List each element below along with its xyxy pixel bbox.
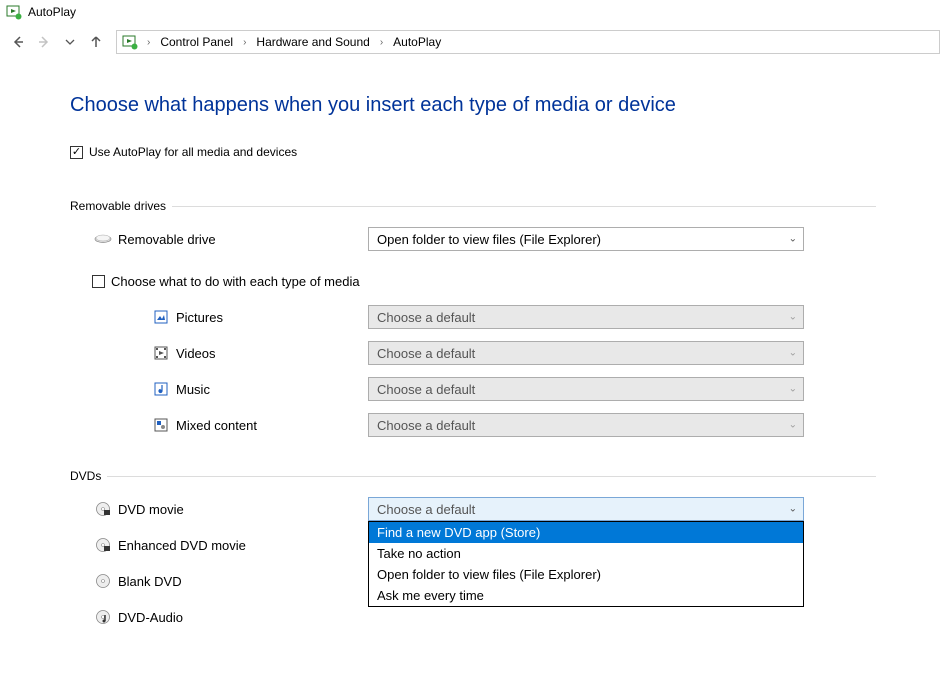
removable-drive-label: Removable drive — [118, 232, 368, 247]
chevron-down-icon: ⌄ — [789, 504, 797, 515]
chevron-down-icon: ⌄ — [789, 420, 797, 431]
dvd-movie-value: Choose a default — [377, 502, 475, 517]
section-removable-drives: Removable drives Removable drive Open fo… — [70, 199, 876, 437]
enhanced-dvd-icon — [92, 536, 114, 554]
videos-icon — [150, 344, 172, 362]
section-header-removable: Removable drives — [70, 199, 876, 213]
nav-row: › Control Panel › Hardware and Sound › A… — [0, 24, 946, 64]
dvd-option-ask-me[interactable]: Ask me every time — [369, 585, 803, 606]
nav-history-dropdown-button[interactable] — [58, 30, 82, 54]
row-dvd-movie: DVD movie Choose a default ⌄ Find a new … — [70, 497, 876, 521]
row-mixed: Mixed content Choose a default ⌄ — [70, 413, 876, 437]
section-title-removable: Removable drives — [70, 199, 166, 213]
page-heading: Choose what happens when you insert each… — [70, 94, 876, 117]
master-checkbox-row: ✓ Use AutoPlay for all media and devices — [70, 145, 876, 159]
removable-drive-value: Open folder to view files (File Explorer… — [377, 232, 601, 247]
breadcrumb-hardware-sound[interactable]: Hardware and Sound — [254, 35, 371, 49]
music-dropdown[interactable]: Choose a default ⌄ — [368, 377, 804, 401]
removable-drive-icon — [92, 230, 114, 248]
section-dvds: DVDs DVD movie Choose a default ⌄ Find a… — [70, 469, 876, 629]
nav-forward-button[interactable] — [32, 30, 56, 54]
use-autoplay-all-label: Use AutoPlay for all media and devices — [89, 145, 297, 159]
pictures-dropdown[interactable]: Choose a default ⌄ — [368, 305, 804, 329]
chevron-down-icon: ⌄ — [789, 234, 797, 245]
section-divider — [107, 476, 876, 477]
removable-drive-dropdown[interactable]: Open folder to view files (File Explorer… — [368, 227, 804, 251]
title-bar: AutoPlay — [0, 0, 946, 24]
videos-label: Videos — [176, 346, 368, 361]
dvd-option-open-folder[interactable]: Open folder to view files (File Explorer… — [369, 564, 803, 585]
videos-dropdown[interactable]: Choose a default ⌄ — [368, 341, 804, 365]
nav-back-button[interactable] — [6, 30, 30, 54]
breadcrumb-control-panel[interactable]: Control Panel — [158, 35, 235, 49]
breadcrumb-autoplay[interactable]: AutoPlay — [391, 35, 443, 49]
enhanced-dvd-label: Enhanced DVD movie — [118, 538, 368, 553]
blank-dvd-icon — [92, 572, 114, 590]
videos-value: Choose a default — [377, 346, 475, 361]
mixed-content-icon — [150, 416, 172, 434]
chevron-right-icon[interactable]: › — [143, 37, 154, 48]
dvd-movie-label: DVD movie — [118, 502, 368, 517]
mixed-content-label: Mixed content — [176, 418, 368, 433]
autoplay-app-icon — [6, 4, 22, 20]
row-dvd-audio: DVD-Audio — [70, 605, 876, 629]
mixed-content-dropdown[interactable]: Choose a default ⌄ — [368, 413, 804, 437]
pictures-label: Pictures — [176, 310, 368, 325]
content-area: Choose what happens when you insert each… — [0, 64, 946, 691]
dvd-audio-icon — [92, 608, 114, 626]
use-autoplay-all-checkbox[interactable]: ✓ — [70, 146, 83, 159]
row-pictures: Pictures Choose a default ⌄ — [70, 305, 876, 329]
address-bar[interactable]: › Control Panel › Hardware and Sound › A… — [116, 30, 940, 54]
row-music: Music Choose a default ⌄ — [70, 377, 876, 401]
row-each-type: Choose what to do with each type of medi… — [70, 269, 876, 293]
section-title-dvds: DVDs — [70, 469, 101, 483]
row-removable-drive: Removable drive Open folder to view file… — [70, 227, 876, 251]
nav-up-button[interactable] — [84, 30, 108, 54]
chevron-down-icon: ⌄ — [789, 384, 797, 395]
autoplay-location-icon — [121, 33, 139, 51]
each-type-checkbox[interactable] — [92, 275, 105, 288]
dvd-movie-icon — [92, 500, 114, 518]
music-label: Music — [176, 382, 368, 397]
music-value: Choose a default — [377, 382, 475, 397]
dvd-movie-dropdown[interactable]: Choose a default ⌄ Find a new DVD app (S… — [368, 497, 804, 521]
mixed-content-value: Choose a default — [377, 418, 475, 433]
chevron-right-icon[interactable]: › — [239, 37, 250, 48]
dvd-movie-dropdown-list: Find a new DVD app (Store) Take no actio… — [368, 521, 804, 607]
pictures-icon — [150, 308, 172, 326]
row-videos: Videos Choose a default ⌄ — [70, 341, 876, 365]
blank-dvd-label: Blank DVD — [118, 574, 368, 589]
each-type-label: Choose what to do with each type of medi… — [111, 274, 360, 289]
section-divider — [172, 206, 876, 207]
pictures-value: Choose a default — [377, 310, 475, 325]
dvd-option-take-no-action[interactable]: Take no action — [369, 543, 803, 564]
chevron-down-icon: ⌄ — [789, 312, 797, 323]
chevron-right-icon[interactable]: › — [376, 37, 387, 48]
chevron-down-icon: ⌄ — [789, 348, 797, 359]
music-icon — [150, 380, 172, 398]
section-header-dvds: DVDs — [70, 469, 876, 483]
dvd-option-find-app[interactable]: Find a new DVD app (Store) — [369, 522, 803, 543]
window-title: AutoPlay — [28, 5, 76, 19]
dvd-audio-label: DVD-Audio — [118, 610, 368, 625]
